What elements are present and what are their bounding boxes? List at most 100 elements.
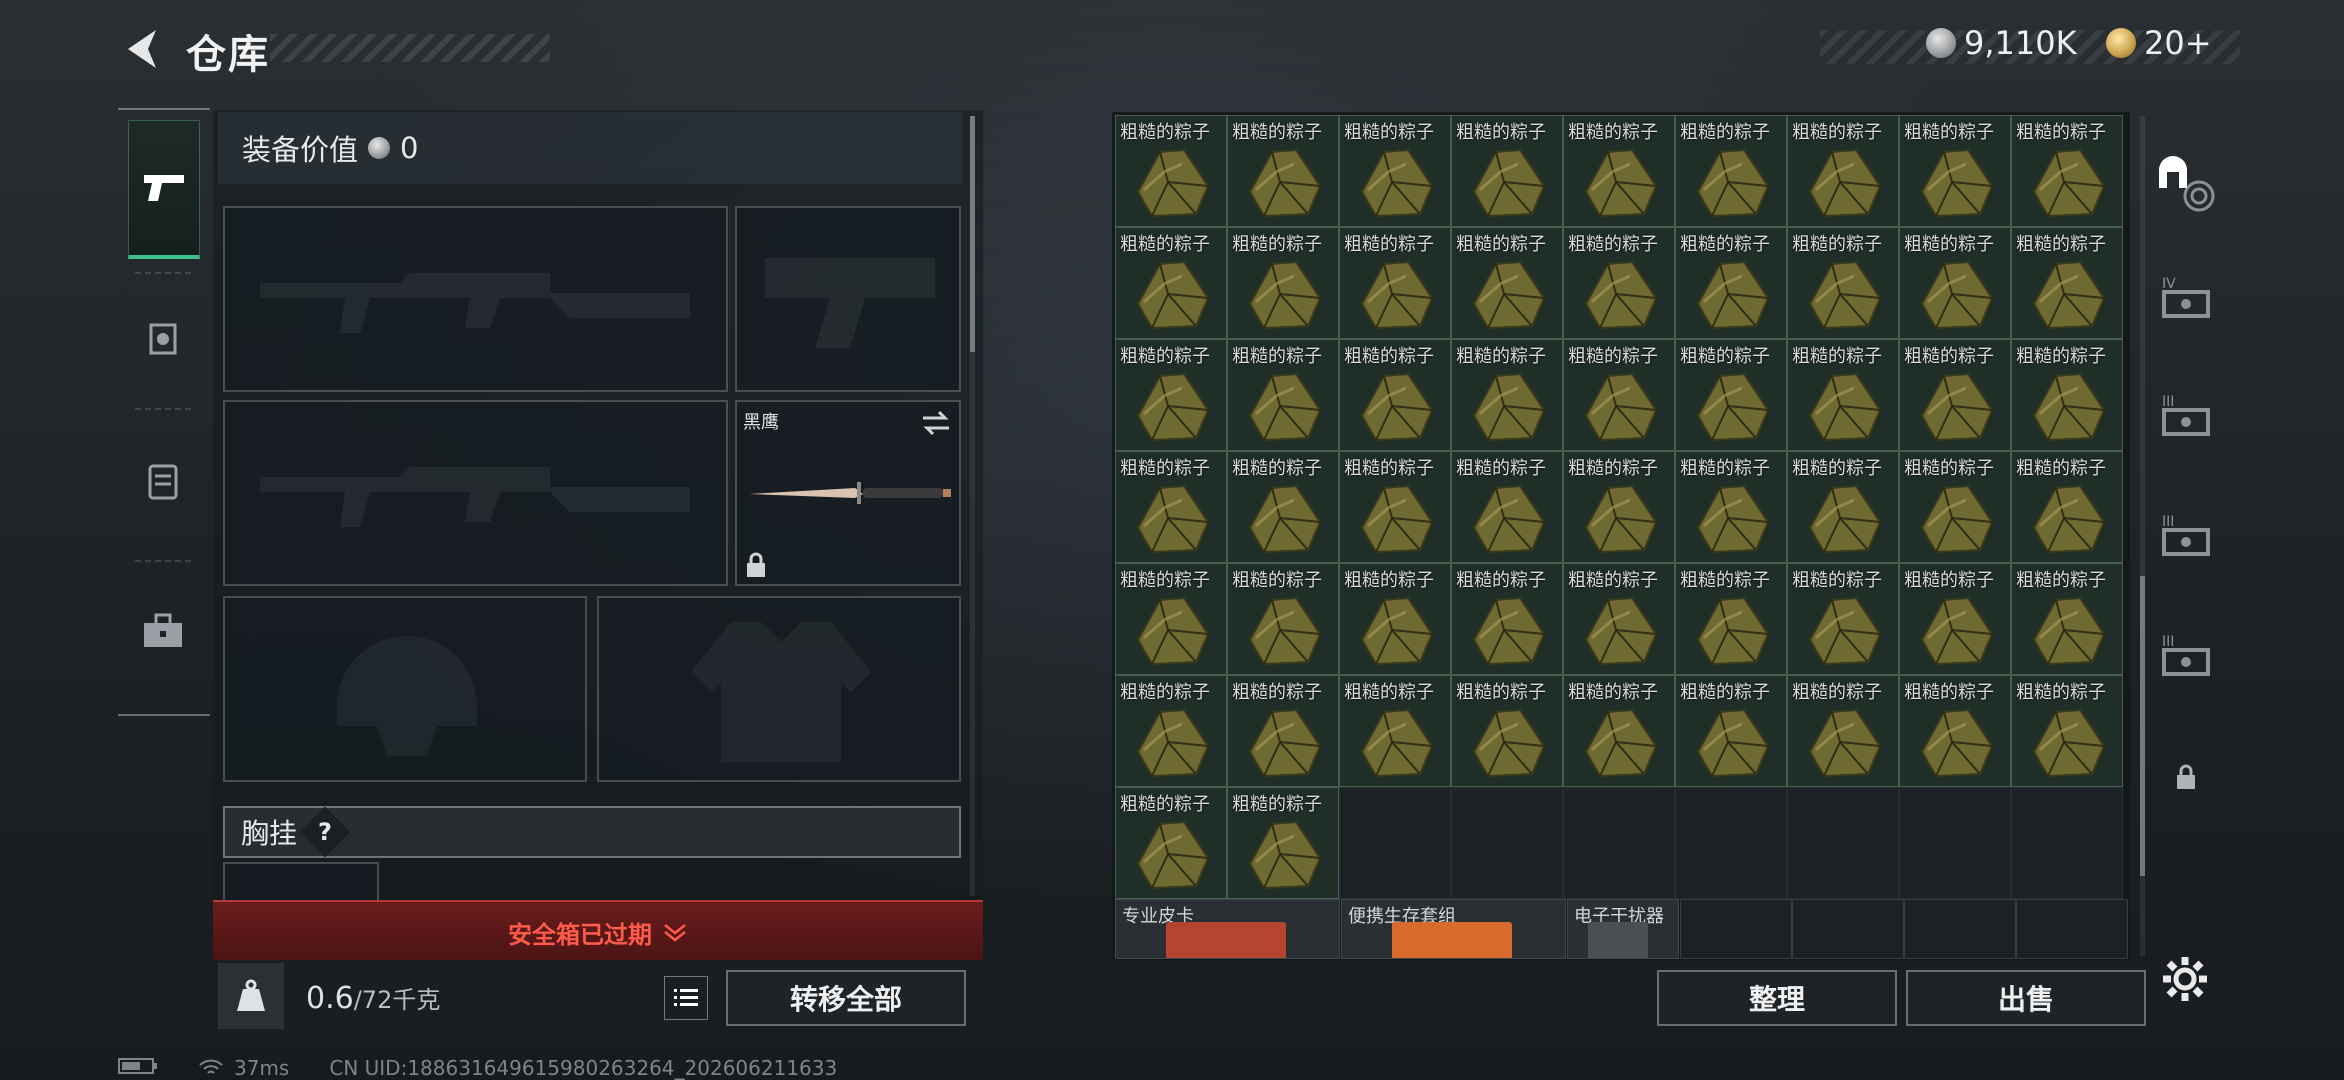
storage-item[interactable]: 粗糙的粽子 [1339,563,1451,675]
storage-item[interactable]: 粗糙的粽子 [2011,451,2123,563]
storage-item[interactable]: 粗糙的粽子 [1339,227,1451,339]
storage-item[interactable]: 粗糙的粽子 [1675,339,1787,451]
swap-icon[interactable] [921,410,951,436]
storage-item-partial[interactable]: 便携生存套组 [1341,899,1566,959]
storage-item[interactable]: 粗糙的粽子 [1227,339,1339,451]
storage-item[interactable]: 粗糙的粽子 [1563,451,1675,563]
storage-item[interactable]: 粗糙的粽子 [1899,339,2011,451]
storage-item[interactable]: 粗糙的粽子 [1675,563,1787,675]
tab-toolbox[interactable] [128,564,198,698]
storage-item[interactable]: 粗糙的粽子 [1451,451,1563,563]
storage-item[interactable]: 粗糙的粽子 [1787,227,1899,339]
tab-backpack[interactable] [128,414,198,548]
storage-item[interactable]: 粗糙的粽子 [1899,451,2011,563]
storage-item[interactable]: 粗糙的粽子 [1563,675,1675,787]
storage-item[interactable]: 粗糙的粽子 [1563,563,1675,675]
chest-rig-slot[interactable] [223,862,379,902]
storage-item[interactable]: 粗糙的粽子 [2011,563,2123,675]
storage-item[interactable]: 粗糙的粽子 [1675,115,1787,227]
empty-slot[interactable] [1339,787,1451,899]
storage-item[interactable]: 粗糙的粽子 [1787,563,1899,675]
tab-helmet[interactable] [128,272,198,406]
storage-item[interactable]: 粗糙的粽子 [1899,227,2011,339]
help-icon[interactable]: ? [299,806,351,858]
secondary-weapon-slot[interactable] [735,206,961,392]
storage-item[interactable]: 粗糙的粽子 [1115,563,1227,675]
storage-scrollbar[interactable] [2140,116,2145,956]
storage-item[interactable]: 粗糙的粽子 [1339,339,1451,451]
empty-slot[interactable] [2011,787,2123,899]
tab-weapons[interactable] [128,120,200,259]
primary-weapon-slot-2[interactable] [223,400,728,586]
storage-item[interactable]: 粗糙的粽子 [1115,451,1227,563]
container-tier3-b[interactable]: III [2148,510,2224,560]
list-view-button[interactable] [664,976,708,1020]
storage-item[interactable]: 粗糙的粽子 [1675,675,1787,787]
empty-slot[interactable] [1451,787,1563,899]
storage-item[interactable]: 粗糙的粽子 [1115,227,1227,339]
empty-slot[interactable] [1904,899,2016,959]
empty-slot[interactable] [1899,787,2011,899]
storage-item[interactable]: 粗糙的粽子 [1227,787,1339,899]
storage-item[interactable]: 粗糙的粽子 [1675,227,1787,339]
storage-item[interactable]: 粗糙的粽子 [1227,563,1339,675]
sell-button[interactable]: 出售 [1906,970,2146,1026]
storage-item[interactable]: 粗糙的粽子 [1227,675,1339,787]
storage-item[interactable]: 粗糙的粽子 [1227,115,1339,227]
settings-button[interactable] [2160,954,2210,1008]
storage-item[interactable]: 粗糙的粽子 [1451,339,1563,451]
empty-slot[interactable] [1675,787,1787,899]
storage-item[interactable]: 粗糙的粽子 [1899,563,2011,675]
back-button[interactable] [118,24,162,74]
storage-item[interactable]: 粗糙的粽子 [1339,675,1451,787]
storage-item[interactable]: 粗糙的粽子 [1563,227,1675,339]
storage-item[interactable]: 粗糙的粽子 [1787,675,1899,787]
storage-item[interactable]: 粗糙的粽子 [2011,675,2123,787]
storage-item[interactable]: 粗糙的粽子 [2011,115,2123,227]
storage-item[interactable]: 粗糙的粽子 [1451,115,1563,227]
empty-slot[interactable] [1563,787,1675,899]
currency-gold[interactable]: 20+ [2106,24,2212,62]
storage-item[interactable]: 粗糙的粽子 [1451,563,1563,675]
storage-item[interactable]: 粗糙的粽子 [1563,339,1675,451]
storage-item[interactable]: 粗糙的粽子 [1675,451,1787,563]
container-tier3-c[interactable]: III [2148,630,2224,680]
safe-box-expired-bar[interactable]: 安全箱已过期 [213,900,983,962]
storage-item[interactable]: 粗糙的粽子 [1339,115,1451,227]
organize-button[interactable]: 整理 [1657,970,1897,1026]
transfer-all-button[interactable]: 转移全部 [726,970,966,1026]
currency-silver[interactable]: 9,110K [1926,24,2077,62]
empty-slot[interactable] [2016,899,2128,959]
storage-item[interactable]: 粗糙的粽子 [1227,451,1339,563]
empty-slot[interactable] [1787,787,1899,899]
storage-item[interactable]: 粗糙的粽子 [1787,115,1899,227]
container-locked[interactable] [2148,764,2224,790]
storage-item[interactable]: 粗糙的粽子 [1451,227,1563,339]
equipment-scrollbar[interactable] [970,116,975,896]
storage-item[interactable]: 粗糙的粽子 [1115,115,1227,227]
storage-item[interactable]: 粗糙的粽子 [1899,675,2011,787]
empty-slot[interactable] [1792,899,1904,959]
storage-item[interactable]: 粗糙的粽子 [1115,787,1227,899]
storage-item[interactable]: 粗糙的粽子 [1787,339,1899,451]
storage-item[interactable]: 粗糙的粽子 [1563,115,1675,227]
empty-slot[interactable] [1680,899,1792,959]
storage-item[interactable]: 粗糙的粽子 [1227,227,1339,339]
container-home[interactable] [2148,148,2224,218]
storage-item[interactable]: 粗糙的粽子 [1115,675,1227,787]
armor-slot[interactable] [597,596,961,782]
storage-item[interactable]: 粗糙的粽子 [1115,339,1227,451]
container-tier3-a[interactable]: III [2148,390,2224,440]
helmet-slot[interactable] [223,596,587,782]
storage-item[interactable]: 粗糙的粽子 [1899,115,2011,227]
storage-item-partial[interactable]: 专业皮卡 [1115,899,1340,959]
primary-weapon-slot[interactable] [223,206,728,392]
storage-item[interactable]: 粗糙的粽子 [2011,339,2123,451]
storage-item[interactable]: 粗糙的粽子 [1339,451,1451,563]
container-tier4[interactable]: IV [2148,272,2224,322]
storage-item[interactable]: 粗糙的粽子 [2011,227,2123,339]
storage-item[interactable]: 粗糙的粽子 [1451,675,1563,787]
storage-item-partial[interactable]: 电子干扰器 [1567,899,1679,959]
melee-slot[interactable]: 黑鹰 [735,400,961,586]
storage-item[interactable]: 粗糙的粽子 [1787,451,1899,563]
